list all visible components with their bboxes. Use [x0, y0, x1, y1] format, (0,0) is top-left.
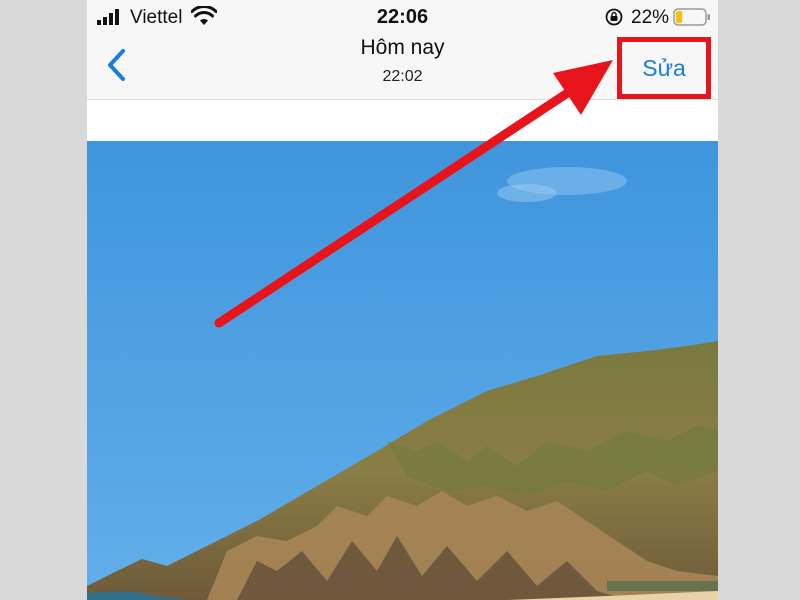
beach-photo[interactable] [87, 141, 718, 600]
status-bar: Viettel 22:06 22% [87, 0, 718, 34]
navigation-bar: Hôm nay 22:02 Sửa [87, 34, 718, 100]
edit-button[interactable]: Sửa [617, 37, 711, 99]
edit-button-label: Sửa [642, 54, 686, 81]
orientation-lock-icon [605, 8, 623, 26]
battery-percent: 22% [631, 7, 670, 28]
content-top-spacer [87, 100, 718, 141]
status-time: 22:06 [376, 6, 429, 28]
phone-screen: Viettel 22:06 22% Hôm nay 22:02 Sửa [87, 0, 718, 600]
battery-icon [673, 8, 710, 26]
